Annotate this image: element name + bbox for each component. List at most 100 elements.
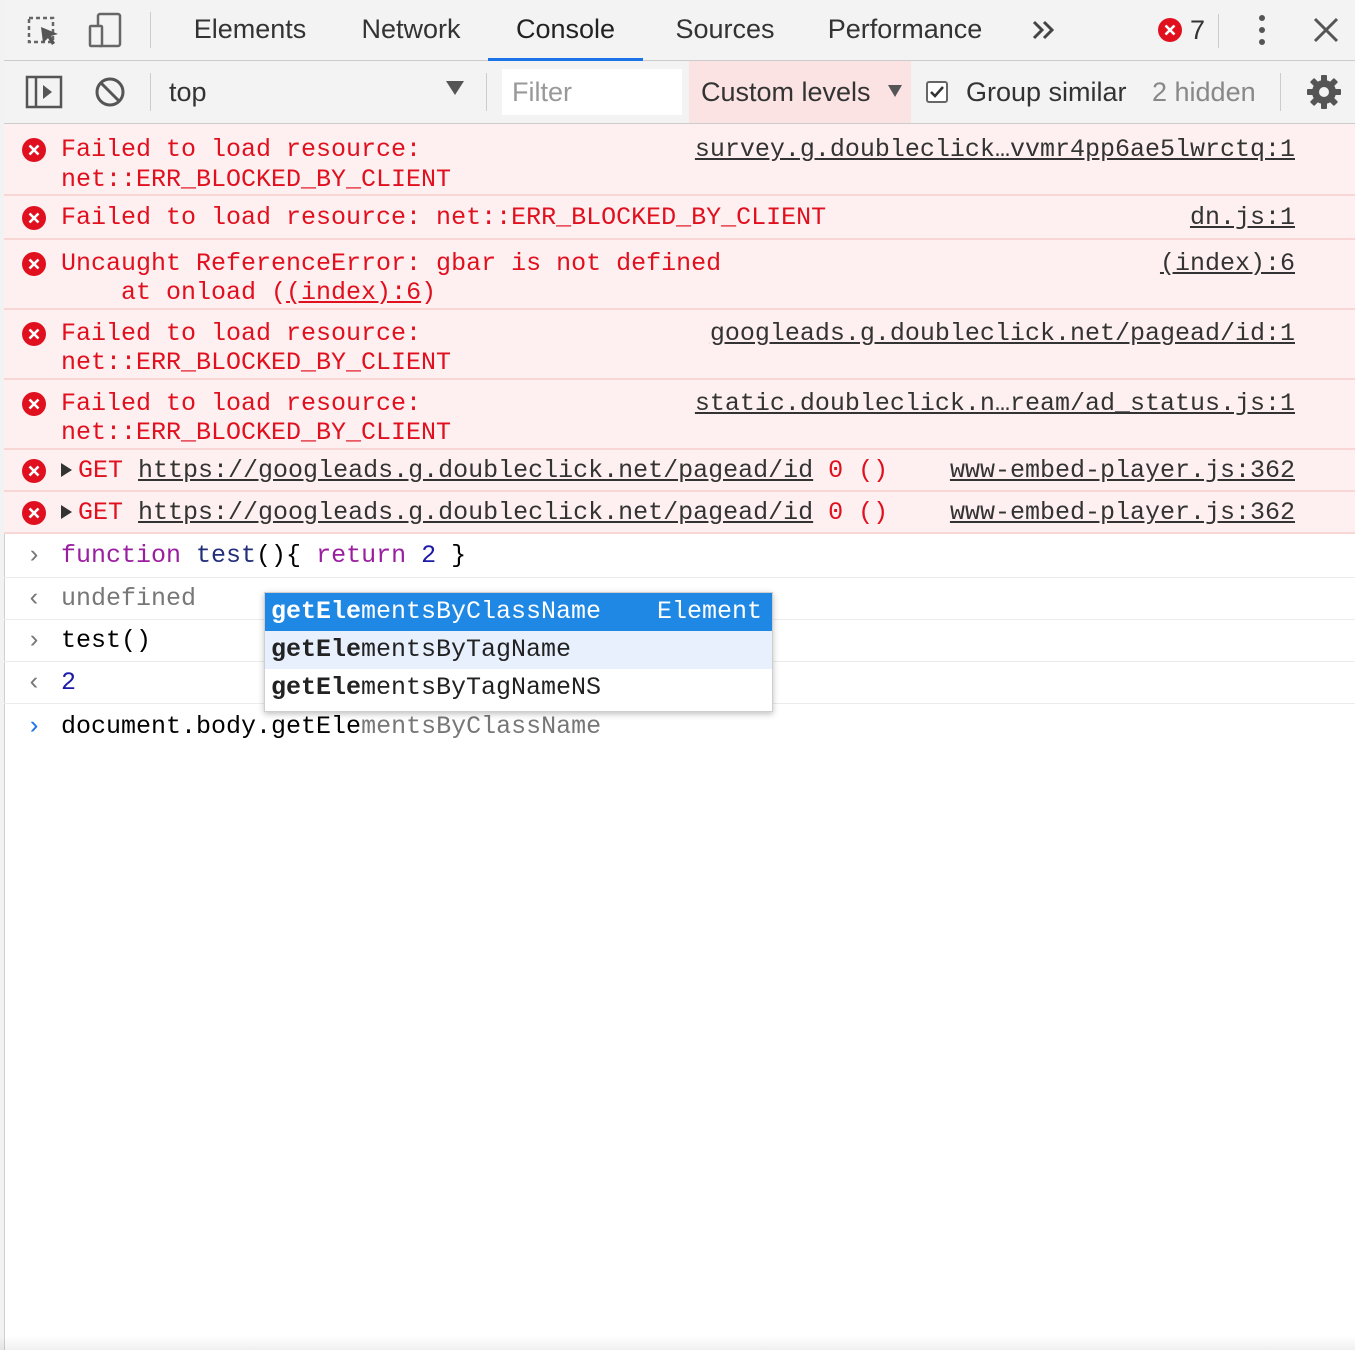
code-text: } [436,541,467,570]
match-prefix: getEle [271,597,362,626]
prompt-chevron-icon: › [26,712,42,741]
error-text: Uncaught ReferenceError: gbar is not def… [61,249,722,278]
code-input: function test(){ return 2 } [61,541,466,570]
error-text: Failed to load resource: net::ERR_BLOCKE… [61,203,827,232]
http-status: 0 () [828,498,889,527]
bottom-edge [0,1336,1355,1350]
http-status: 0 () [828,456,889,485]
error-icon [22,392,46,416]
tab-sources[interactable]: Sources [660,0,790,58]
group-similar-label: Group similar [966,77,1127,107]
prompt-input[interactable]: document.body.getElementsByClassName [61,712,601,741]
suggestion-rest: mentsByTagNameNS [361,673,602,702]
http-method: GET [78,456,124,485]
settings-gear-icon[interactable] [1304,72,1344,112]
autocomplete-item[interactable]: getElementsByTagName [265,631,772,669]
divider [150,73,151,111]
more-tabs-chevron-icon[interactable] [1024,10,1064,50]
console-error-message: Failed to load resource: net::ERR_BLOCKE… [4,196,1355,240]
tab-console[interactable]: Console [488,0,643,62]
console-network-error[interactable]: GET https://googleads.g.doubleclick.net/… [4,450,1355,492]
console-input-line: › function test(){ return 2 } [4,534,1355,578]
error-icon [22,459,46,483]
filter-input[interactable] [502,69,682,115]
suggestion-rest: mentsByTagName [361,635,572,664]
result-value: 2 [61,668,77,697]
inspect-element-icon[interactable] [24,10,64,50]
stack-prefix: at onload ( [61,278,287,307]
divider [1280,73,1281,111]
clear-console-icon[interactable] [90,72,130,112]
autocomplete-ghost-text: mentsByClassName [361,712,602,741]
stack-link[interactable]: (index):6 [286,278,421,307]
error-icon [22,206,46,230]
http-method: GET [78,498,124,527]
tab-performance[interactable]: Performance [810,0,1000,58]
context-selector[interactable]: top [169,61,207,123]
number-literal: 2 [406,541,437,570]
autocomplete-item[interactable]: getElementsByClassName Element [265,593,772,631]
error-count-badge[interactable]: 7 [1158,12,1205,48]
device-toolbar-icon[interactable] [86,10,126,50]
autocomplete-item[interactable]: getElementsByTagNameNS [265,669,772,707]
error-text: Failed to load resource: [61,389,422,418]
code-input: test() [61,626,152,655]
request-url[interactable]: https://googleads.g.doubleclick.net/page… [138,456,813,485]
error-icon [22,138,46,162]
source-link[interactable]: www-embed-player.js:362 [950,456,1295,486]
source-link[interactable]: googleads.g.doubleclick.net/pagead/id:1 [710,319,1295,349]
result-value: undefined [61,584,197,613]
console-error-message: Failed to load resource: net::ERR_BLOCKE… [4,380,1355,450]
result-arrow-icon: ‹ [26,584,42,613]
request-url[interactable]: https://googleads.g.doubleclick.net/page… [138,498,813,527]
console-network-error[interactable]: GET https://googleads.g.doubleclick.net/… [4,492,1355,534]
match-prefix: getEle [271,635,362,664]
source-link[interactable]: survey.g.doubleclick…vvmr4pp6ae5lwrctq:1 [695,135,1295,165]
expand-triangle-icon[interactable] [61,463,72,478]
close-icon[interactable] [1306,10,1346,50]
network-request: GET https://googleads.g.doubleclick.net/… [61,456,888,486]
error-text: net::ERR_BLOCKED_BY_CLIENT [61,165,452,194]
network-request: GET https://googleads.g.doubleclick.net/… [61,498,888,528]
stack-trace: at onload ((index):6) [61,278,436,308]
divider [486,73,487,111]
code-text: (){ [256,541,317,570]
keyword: function [61,541,182,570]
error-text: net::ERR_BLOCKED_BY_CLIENT [61,348,452,377]
keyword: return [316,541,407,570]
source-link[interactable]: static.doubleclick.n…ream/ad_status.js:1 [695,389,1295,419]
log-levels-dropdown[interactable]: Custom levels [689,61,911,123]
source-link[interactable]: www-embed-player.js:362 [950,498,1295,528]
console-toolbar: top Custom levels Group similar 2 hidden [4,61,1355,124]
expand-triangle-icon[interactable] [61,505,72,520]
show-sidebar-icon[interactable] [24,72,64,112]
result-arrow-icon: ‹ [26,668,42,697]
source-link[interactable]: (index):6 [1160,249,1295,279]
match-prefix: getEle [271,673,362,702]
input-prompt-icon: › [26,541,42,570]
error-text: Failed to load resource: [61,319,422,348]
dropdown-arrow-icon[interactable] [888,85,902,97]
tab-elements[interactable]: Elements [180,0,320,58]
error-icon [22,322,46,346]
error-text: net::ERR_BLOCKED_BY_CLIENT [61,418,452,447]
devtools-tab-bar: Elements Network Console Sources Perform… [4,0,1355,62]
checkmark-icon [930,86,944,98]
autocomplete-popup: getElementsByClassName Element getElement… [264,592,773,712]
error-icon [22,252,46,276]
source-link[interactable]: dn.js:1 [1190,203,1295,233]
suggestion-type: Element [656,597,762,626]
function-name: test [181,541,257,570]
divider [1218,14,1219,48]
console-error-message: Failed to load resource: net::ERR_BLOCKE… [4,124,1355,196]
group-similar-checkbox[interactable] [926,81,948,103]
console-error-message: Uncaught ReferenceError: gbar is not def… [4,240,1355,310]
suggestion-rest: mentsByClassName [361,597,602,626]
kebab-menu-icon[interactable] [1242,10,1282,50]
error-count: 7 [1190,14,1206,45]
typed-text: document.body.getEle [61,712,362,741]
dropdown-arrow-icon[interactable] [446,81,464,95]
tab-network[interactable]: Network [346,0,476,58]
stack-suffix: ) [421,278,437,307]
error-text: Failed to load resource: [61,135,422,164]
